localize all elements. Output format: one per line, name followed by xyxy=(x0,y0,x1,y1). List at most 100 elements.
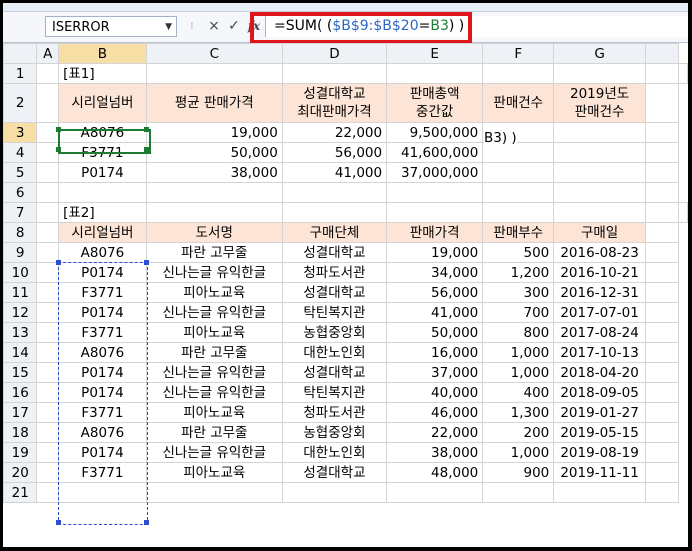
table2-cell[interactable]: 1,300 xyxy=(482,402,555,423)
cell[interactable] xyxy=(281,182,388,203)
cell[interactable] xyxy=(36,422,60,443)
cell[interactable] xyxy=(482,202,555,223)
column-header-e[interactable]: E xyxy=(386,43,484,64)
table2-cell[interactable]: F3771 xyxy=(58,402,147,423)
cell[interactable] xyxy=(386,482,484,503)
cell[interactable] xyxy=(145,63,283,84)
row-header-14[interactable]: 14 xyxy=(3,342,38,363)
table2-cell[interactable]: 19,000 xyxy=(386,242,484,263)
column-header-d[interactable]: D xyxy=(281,43,388,64)
cell[interactable] xyxy=(644,63,680,84)
cell[interactable] xyxy=(36,382,60,403)
table2-cell[interactable]: 2018-09-05 xyxy=(553,382,646,403)
cell[interactable] xyxy=(36,342,60,363)
cell[interactable] xyxy=(553,182,646,203)
cell[interactable] xyxy=(36,83,60,123)
table2-cell[interactable]: 피아노교육 xyxy=(145,282,283,303)
name-box[interactable]: ISERROR ▼ xyxy=(45,16,177,37)
cell[interactable] xyxy=(644,202,680,223)
table2-cell[interactable]: 파란 고무줄 xyxy=(145,342,283,363)
table2-cell[interactable]: 700 xyxy=(482,302,555,323)
table2-cell[interactable]: 신나는글 유익한글 xyxy=(145,362,283,383)
cell[interactable] xyxy=(36,182,60,203)
table2-cell[interactable]: 신나는글 유익한글 xyxy=(145,442,283,463)
cell[interactable] xyxy=(145,202,283,223)
cell[interactable] xyxy=(644,242,680,263)
table1-header[interactable]: 시리얼넘버 xyxy=(58,83,147,123)
table2-cell[interactable]: 40,000 xyxy=(386,382,484,403)
table1-header[interactable]: 성결대학교 최대판매가격 xyxy=(281,83,388,123)
row-header-8[interactable]: 8 xyxy=(3,222,38,243)
cell[interactable] xyxy=(36,142,60,163)
table2-cell[interactable]: 농협중앙회 xyxy=(281,422,388,443)
table2-cell[interactable]: 대한노인회 xyxy=(281,442,388,463)
enter-button[interactable]: ✓ xyxy=(225,16,243,37)
cell[interactable] xyxy=(553,482,646,503)
table2-cell[interactable]: P0174 xyxy=(58,362,147,383)
table2-cell[interactable]: 41,000 xyxy=(386,302,484,323)
table2-cell[interactable]: 신나는글 유익한글 xyxy=(145,262,283,283)
table2-cell[interactable]: 900 xyxy=(482,462,555,483)
column-header-b[interactable]: B xyxy=(58,43,147,64)
table2-cell[interactable]: 2017-10-13 xyxy=(553,342,646,363)
table1-cell[interactable]: 9,500,000 xyxy=(386,122,484,143)
table1-header[interactable]: 2019년도 판매건수 xyxy=(553,83,646,123)
table2-cell[interactable]: P0174 xyxy=(58,442,147,463)
table2-cell[interactable]: 2019-05-15 xyxy=(553,422,646,443)
table2-cell[interactable]: 청파도서관 xyxy=(281,402,388,423)
column-header-g[interactable]: G xyxy=(553,43,646,64)
table2-cell[interactable]: 56,000 xyxy=(386,282,484,303)
table2-cell[interactable]: 청파도서관 xyxy=(281,262,388,283)
table2-cell[interactable]: 피아노교육 xyxy=(145,322,283,343)
row-header-5[interactable]: 5 xyxy=(3,162,38,183)
table2-cell[interactable]: 1,200 xyxy=(482,262,555,283)
table2-header[interactable]: 판매부수 xyxy=(482,222,555,243)
table2-cell[interactable]: 300 xyxy=(482,282,555,303)
row-header-9[interactable]: 9 xyxy=(3,242,38,263)
cell[interactable] xyxy=(644,342,680,363)
table2-cell[interactable]: 대한노인회 xyxy=(281,342,388,363)
row-header-10[interactable]: 10 xyxy=(3,262,38,283)
cell[interactable] xyxy=(644,262,680,283)
cell[interactable] xyxy=(644,442,680,463)
cell[interactable] xyxy=(644,362,680,383)
table2-cell[interactable]: F3771 xyxy=(58,322,147,343)
cell[interactable] xyxy=(36,402,60,423)
table2-cell[interactable]: 2018-04-20 xyxy=(553,362,646,383)
cell[interactable] xyxy=(553,202,646,223)
table1-cell[interactable]: F3771 xyxy=(58,142,147,163)
table1-cell[interactable]: P0174 xyxy=(58,162,147,183)
cell[interactable] xyxy=(281,63,388,84)
cell[interactable] xyxy=(644,122,680,143)
table2-cell[interactable]: A8076 xyxy=(58,422,147,443)
cell[interactable] xyxy=(145,182,283,203)
row-header-11[interactable]: 11 xyxy=(3,282,38,303)
row-header-1[interactable]: 1 xyxy=(3,63,38,84)
table2-cell[interactable]: A8076 xyxy=(58,342,147,363)
cell[interactable] xyxy=(386,202,484,223)
cell[interactable] xyxy=(644,322,680,343)
table2-cell[interactable]: 34,000 xyxy=(386,262,484,283)
table2-cell[interactable]: 파란 고무줄 xyxy=(145,242,283,263)
table1-cell[interactable] xyxy=(553,162,646,183)
table2-cell[interactable]: 피아노교육 xyxy=(145,462,283,483)
cell[interactable] xyxy=(482,482,555,503)
table2-cell[interactable]: F3771 xyxy=(58,282,147,303)
table2-cell[interactable]: 파란 고무줄 xyxy=(145,422,283,443)
cell[interactable] xyxy=(36,262,60,283)
cell[interactable] xyxy=(678,202,688,223)
table1-cell[interactable]: 41,000 xyxy=(281,162,388,183)
table2-cell[interactable]: 2016-08-23 xyxy=(553,242,646,263)
row-header-20[interactable]: 20 xyxy=(3,462,38,483)
cell[interactable] xyxy=(36,122,60,143)
table1-header[interactable]: 판매총액 중간값 xyxy=(386,83,484,123)
cell[interactable] xyxy=(644,162,680,183)
cell[interactable] xyxy=(36,202,60,223)
table2-cell[interactable]: 37,000 xyxy=(386,362,484,383)
row-header-16[interactable]: 16 xyxy=(3,382,38,403)
table2-cell[interactable]: 400 xyxy=(482,382,555,403)
row-header-19[interactable]: 19 xyxy=(3,442,38,463)
table2-cell[interactable]: 1,000 xyxy=(482,342,555,363)
cell[interactable] xyxy=(644,422,680,443)
table1-cell[interactable]: 19,000 xyxy=(145,122,283,143)
